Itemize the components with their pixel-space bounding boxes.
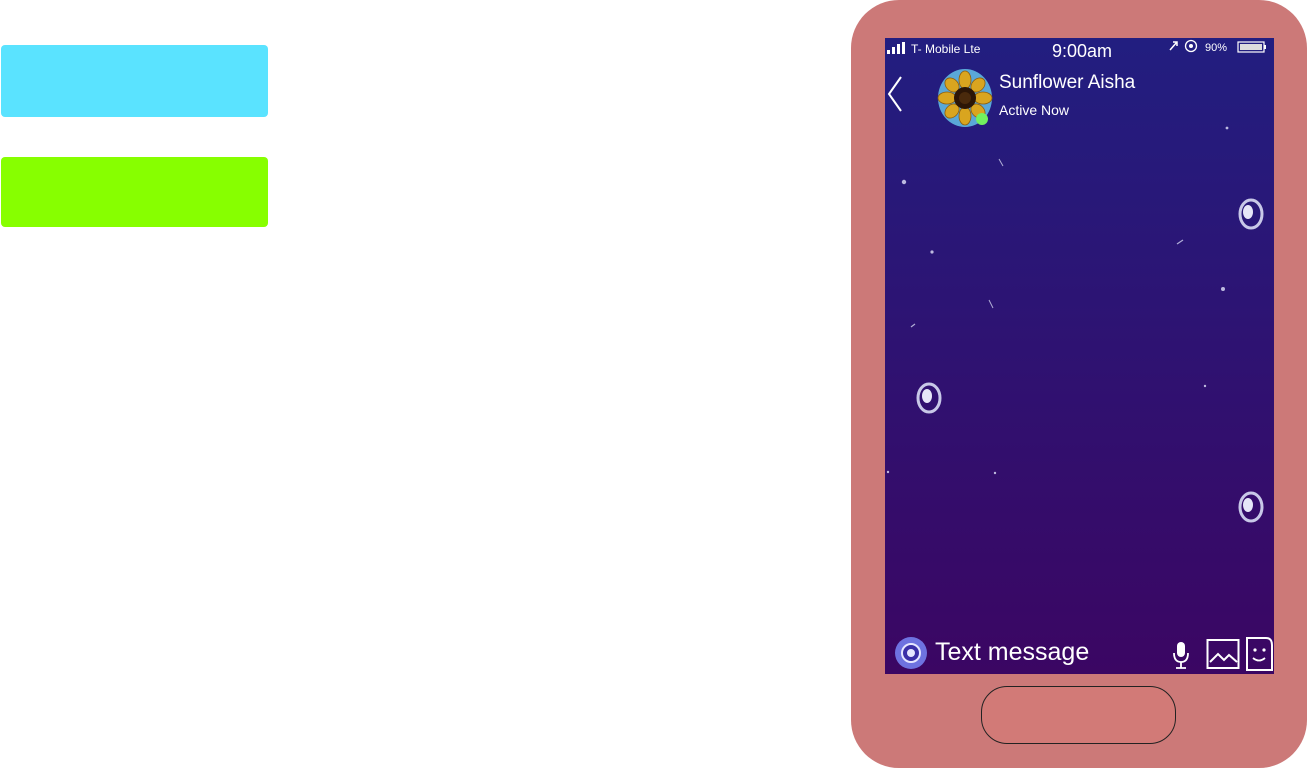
message-input[interactable]: Text message bbox=[935, 638, 1089, 667]
microphone-icon[interactable] bbox=[1171, 640, 1191, 670]
message-composer: Text message bbox=[885, 634, 1274, 674]
bubble-icon bbox=[916, 198, 1264, 523]
camera-icon[interactable] bbox=[894, 636, 928, 670]
chat-screen: T- Mobile Lte 9:00am 90% Sunflower Aisha… bbox=[885, 38, 1274, 674]
sticker-icon[interactable] bbox=[1244, 636, 1274, 672]
background-bubbles bbox=[886, 126, 1264, 523]
color-swatch-cyan[interactable] bbox=[1, 45, 268, 117]
home-button[interactable] bbox=[981, 686, 1176, 744]
image-icon[interactable] bbox=[1206, 638, 1240, 670]
color-swatch-green[interactable] bbox=[1, 157, 268, 227]
